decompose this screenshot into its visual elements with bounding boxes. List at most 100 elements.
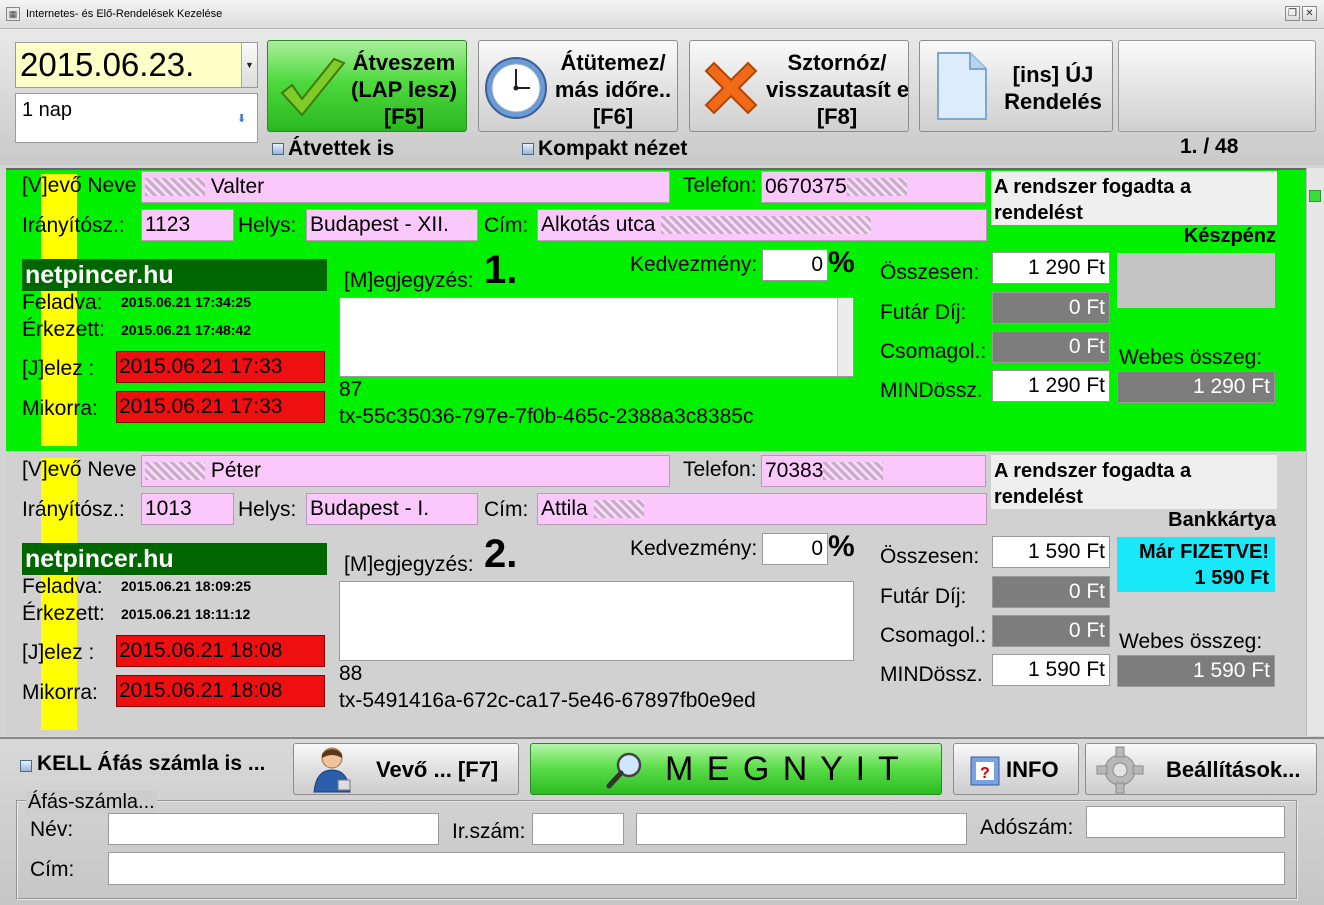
- phone-field[interactable]: 70383: [761, 455, 986, 487]
- courier-label: Futár Díj:: [880, 585, 967, 608]
- phone-value: 0670375: [765, 175, 847, 198]
- new-order-button[interactable]: [ins] ÚJ Rendelés: [919, 40, 1113, 132]
- app-icon[interactable]: ▦: [6, 7, 20, 21]
- vat-city-input[interactable]: [636, 813, 967, 845]
- days-select[interactable]: 1 nap ⬇: [15, 93, 258, 143]
- discount-input[interactable]: 0: [762, 249, 828, 281]
- total-label: Összesen:: [880, 261, 980, 284]
- vat-invoice-checkbox[interactable]: [20, 760, 32, 772]
- compact-view-label: Kompakt nézet: [538, 137, 688, 160]
- new-order-button-label: [ins] ÚJ Rendelés: [1004, 62, 1102, 114]
- accept-button[interactable]: Átveszem (LAP lesz) [F5]: [267, 40, 467, 132]
- compact-view-checkbox[interactable]: [522, 143, 534, 155]
- svg-text:?: ?: [980, 765, 990, 782]
- redacted-mask: [145, 462, 205, 481]
- vat-taxnum-label: Adószám:: [980, 816, 1074, 839]
- redacted-mask: [593, 500, 644, 519]
- note-label: [M]egjegyzés:: [344, 553, 474, 576]
- zip-field[interactable]: 1013: [141, 493, 234, 525]
- packaging-fee: 0 Ft: [992, 331, 1110, 363]
- orders-scrollbar[interactable]: [1306, 168, 1324, 736]
- phone-field[interactable]: 0670375: [761, 171, 986, 203]
- note-textarea[interactable]: [339, 297, 854, 377]
- when-time[interactable]: 2015.06.21 18:08: [116, 675, 325, 707]
- percent-sign: %: [828, 530, 855, 563]
- vat-address-input[interactable]: [108, 852, 1285, 885]
- taken-too-label: Átvettek is: [288, 137, 395, 160]
- arrow-down-icon[interactable]: ⬇: [237, 112, 251, 125]
- courier-fee: 0 Ft: [992, 292, 1110, 324]
- address-field[interactable]: Alkotás utca: [537, 209, 987, 241]
- note-textarea[interactable]: [339, 581, 854, 661]
- discount-label: Kedvezmény:: [630, 537, 758, 560]
- user-icon: [313, 747, 351, 793]
- info-button[interactable]: ? INFO: [953, 743, 1079, 795]
- redacted-mask: [823, 462, 884, 481]
- web-amount-label: Webes összeg:: [1119, 630, 1263, 653]
- reschedule-button-label: Átütemez/ más időre.. [F6]: [554, 50, 672, 129]
- courier-fee: 0 Ft: [992, 576, 1110, 608]
- zip-label: Irányítósz.:: [22, 498, 125, 521]
- order-source: netpincer.hu: [22, 543, 327, 575]
- customer-name-field[interactable]: Péter: [141, 455, 670, 487]
- grand-total-label: MINDössz.: [880, 663, 983, 686]
- city-label: Helys:: [238, 498, 297, 521]
- arrived-label: Érkezett:: [22, 318, 105, 341]
- date-value: 2015.06.23.: [20, 46, 195, 83]
- customer-name-label: [V]evő Neve: [22, 458, 137, 481]
- cancel-order-button[interactable]: Sztornóz/ visszautasít e [F8]: [689, 40, 909, 132]
- vat-name-label: Név:: [30, 818, 74, 841]
- restore-window-icon[interactable]: ❐: [1285, 6, 1300, 21]
- web-amount-label: Webes összeg:: [1119, 346, 1263, 369]
- days-value: 1 nap: [22, 99, 73, 121]
- phone-value: 70383: [765, 459, 824, 482]
- scrollbar-thumb[interactable]: [1309, 190, 1321, 202]
- packaging-fee: 0 Ft: [992, 615, 1110, 647]
- zip-field[interactable]: 1123: [141, 209, 234, 241]
- vat-invoice-legend: Áfás-számla...: [26, 791, 157, 814]
- taken-too-checkbox[interactable]: [272, 143, 284, 155]
- arrived-label: Érkezett:: [22, 602, 105, 625]
- redacted-mask: [846, 178, 907, 197]
- when-time[interactable]: 2015.06.21 17:33: [116, 391, 325, 423]
- total-amount: 1 290 Ft: [992, 252, 1110, 284]
- signal-time[interactable]: 2015.06.21 18:08: [116, 635, 325, 667]
- vat-name-input[interactable]: [108, 813, 439, 845]
- order-source: netpincer.hu: [22, 259, 327, 291]
- paid-text: Már FIZETVE!: [1138, 541, 1269, 563]
- settings-button[interactable]: Beállítások...: [1085, 743, 1317, 795]
- sent-time: 2015.06.21 18:09:25: [121, 578, 251, 594]
- vat-address-label: Cím:: [30, 858, 75, 881]
- close-window-icon[interactable]: ✕: [1302, 6, 1317, 21]
- grand-total-amount: 1 590 Ft: [992, 654, 1110, 686]
- address-field[interactable]: Attila: [537, 493, 987, 525]
- signal-time[interactable]: 2015.06.21 17:33: [116, 351, 325, 383]
- reschedule-button[interactable]: Átütemez/ más időre.. [F6]: [478, 40, 678, 132]
- clock-icon: [485, 57, 547, 119]
- note-scrollbar[interactable]: [837, 298, 853, 376]
- customer-button-label: Vevő ... [F7]: [376, 757, 499, 782]
- order-status: A rendszer fogadta a rendelést: [991, 171, 1277, 225]
- open-button[interactable]: M E G N Y I T: [530, 743, 942, 795]
- courier-label: Futár Díj:: [880, 301, 967, 324]
- when-label: Mikorra:: [22, 397, 98, 420]
- signal-label: [J]elez :: [22, 357, 95, 380]
- signal-label: [J]elez :: [22, 641, 95, 664]
- vat-zip-input[interactable]: [532, 813, 624, 845]
- chevron-down-icon[interactable]: ▼: [241, 43, 257, 87]
- customer-name-field[interactable]: Valter: [141, 171, 670, 203]
- magnifier-icon: [606, 752, 642, 789]
- total-amount: 1 590 Ft: [992, 536, 1110, 568]
- title-bar: ▦ Internetes- és Elő-Rendelések Kezelése…: [0, 0, 1324, 29]
- vat-taxnum-input[interactable]: [1086, 806, 1285, 838]
- order-number: 2.: [484, 532, 518, 576]
- arrived-time: 2015.06.21 18:11:12: [121, 606, 251, 622]
- cancel-order-button-key: [F8]: [816, 104, 858, 129]
- customer-button[interactable]: Vevő ... [F7]: [293, 743, 519, 795]
- city-field[interactable]: Budapest - XII.: [306, 209, 478, 241]
- address-value: Alkotás utca: [541, 213, 656, 236]
- vat-invoice-label: KELL Áfás számla is ...: [37, 752, 266, 775]
- discount-input[interactable]: 0: [762, 533, 828, 565]
- city-field[interactable]: Budapest - I.: [306, 493, 478, 525]
- date-picker[interactable]: 2015.06.23. ▼: [15, 42, 258, 88]
